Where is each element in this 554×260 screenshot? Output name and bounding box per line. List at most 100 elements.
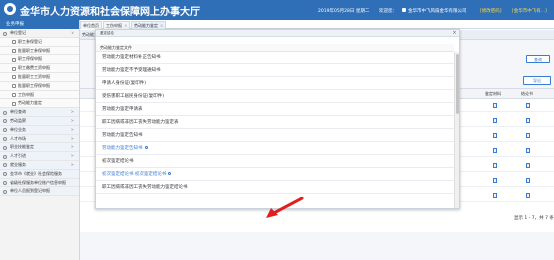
document-icon (12, 57, 16, 62)
sidebar-item[interactable]: 人才引进 > (0, 152, 79, 161)
menu-circle-icon (3, 145, 7, 150)
logo (4, 3, 16, 15)
document-icon (12, 93, 16, 98)
top-header: 金华市人力资源和社会保障网上办事大厅 2019年05月28日 星期二 欢迎您： … (0, 0, 554, 20)
change-password-link[interactable]: [修改密码] (480, 8, 502, 14)
sidebar-item[interactable]: 批量职工停保申报 (0, 81, 79, 91)
tab-label: 单位首页 (83, 23, 99, 28)
sidebar-item[interactable]: 批量职工参保申报 (0, 46, 79, 56)
document-list-item[interactable]: 申请人身份证(复印件) (96, 78, 454, 90)
sidebar-item-label: 职工参保登记 (18, 38, 42, 44)
sidebar-item[interactable]: 职工参保登记 (0, 37, 79, 47)
document-label[interactable]: 劳动能力鉴定告知书 (102, 146, 143, 151)
sidebar-item-label: 省级社保服务单位账户信息申报 (10, 179, 66, 185)
document-list-item[interactable]: 受伤害职工居民身份证(复印件) (96, 91, 454, 103)
site-title: 金华市人力资源和社会保障网上办事大厅 (20, 7, 200, 18)
sidebar-item-label: 工伤申报 (18, 91, 34, 97)
sidebar-item[interactable]: 单位业务 > (0, 125, 79, 135)
file-icon[interactable] (526, 133, 530, 138)
tab-label: 劳动能力鉴定 (134, 23, 158, 28)
document-list-item[interactable]: 劳动能力鉴定告知书 (96, 130, 454, 142)
sidebar-item-label: 金华市《就业》社会保险服务 (10, 170, 62, 176)
sidebar-item[interactable]: 批量职工工资申报 (0, 72, 79, 82)
sidebar-item-label: 批量职工停保申报 (18, 82, 50, 88)
sidebar-item-label: 劳动监察 (10, 117, 26, 123)
sidebar-item-label: 单位查询 (10, 109, 26, 115)
info-icon[interactable] (144, 146, 148, 149)
sidebar-item[interactable]: 职业技能鉴定 > (0, 143, 79, 153)
document-label: 劳动能力鉴定不予受理通知书 (102, 68, 161, 73)
file-icon[interactable] (493, 193, 497, 198)
sidebar-item-label: 批量职工工资申报 (18, 73, 50, 79)
document-label: 劳动能力鉴定告知书 (102, 133, 143, 138)
file-icon[interactable] (493, 118, 497, 123)
file-icon[interactable] (493, 133, 497, 138)
file-icon[interactable] (526, 148, 530, 153)
file-icon[interactable] (526, 178, 530, 183)
tab-labor-ability[interactable]: 劳动能力鉴定 × (131, 21, 167, 29)
close-icon[interactable]: × (124, 23, 127, 28)
sidebar-item[interactable]: 人才市场 > (0, 134, 79, 144)
file-icon[interactable] (526, 103, 530, 108)
sidebar-item[interactable]: 就业服务 > (0, 160, 79, 170)
file-icon[interactable] (526, 118, 530, 123)
document-label: 职工因病或非因工丧失劳动能力鉴定表 (102, 120, 179, 125)
document-label: 劳动能力鉴定申请表 (102, 107, 143, 112)
file-icon[interactable] (526, 163, 530, 168)
close-icon[interactable]: × (451, 30, 458, 37)
file-icon[interactable] (493, 148, 497, 153)
export-button[interactable]: 导出 (523, 76, 551, 85)
chevron-icon: > (70, 126, 74, 132)
sidebar-item[interactable]: 省级社保服务单位账户信息申报 (0, 178, 79, 188)
query-button[interactable]: 查询 (526, 55, 550, 63)
document-list-item[interactable]: 劳动能力鉴定不予受理通知书 (96, 65, 454, 77)
file-icon[interactable] (493, 103, 497, 108)
sidebar-item[interactable]: 劳动监察 > (0, 116, 79, 126)
menu-circle-icon (3, 137, 7, 142)
document-label[interactable]: 初次鉴定结论书 初次鉴定结论书 (102, 172, 166, 177)
document-list-item[interactable]: 初次鉴定结论书 初次鉴定结论书 (96, 169, 454, 181)
chevron-icon: > (70, 109, 74, 115)
tab-home[interactable]: 单位首页 (80, 21, 102, 29)
account-link[interactable]: [金华市中飞有...] (512, 8, 547, 14)
tab-injury[interactable]: 工伤申报 × (103, 21, 131, 29)
document-icon (12, 66, 16, 71)
document-list-item[interactable]: 初次鉴定结论书 (96, 156, 454, 168)
document-list: 劳动能力鉴定材料补正告知书劳动能力鉴定不予受理通知书 申请人身份证(复印件) 受伤害… (96, 52, 454, 209)
chevron-icon: > (70, 135, 74, 141)
sidebar-item[interactable]: 职工缴费工资申报 (0, 64, 79, 73)
scrollbar[interactable] (454, 52, 459, 208)
pager-info: 显示 1 - 7，共 7 条 (514, 216, 554, 221)
sidebar-item[interactable]: 工伤申报 (0, 90, 79, 100)
file-icon[interactable] (493, 178, 497, 183)
scrollbar-thumb[interactable] (455, 54, 459, 114)
column-header: 鉴定材料 (485, 91, 501, 96)
sidebar-header[interactable]: 业务申报 (0, 20, 79, 29)
popup-title: 鉴定结论 (96, 30, 459, 37)
document-list-item[interactable]: 劳动能力鉴定材料补正告知书 (96, 52, 454, 64)
sidebar-item[interactable]: 金华市《就业》社会保险服务 (0, 169, 79, 179)
menu-circle-icon (3, 181, 7, 186)
sidebar-item[interactable]: 单位人员报到登记申报 (0, 187, 79, 197)
file-icon[interactable] (526, 193, 530, 198)
file-icon[interactable] (493, 163, 497, 168)
document-icon (12, 84, 16, 89)
sidebar-item[interactable]: 职工停保申报 (0, 55, 79, 65)
document-list-item[interactable]: 劳动能力鉴定申请表 (96, 104, 454, 116)
sidebar-item[interactable]: 单位查询 > (0, 108, 79, 117)
close-icon[interactable]: × (160, 23, 163, 28)
document-list-item[interactable]: 职工因病或非因工丧失劳动能力鉴定表 (96, 117, 454, 129)
notification-icon[interactable] (402, 8, 406, 12)
document-list-item[interactable]: 职工因病或非因工丧失劳动能力鉴定结论书 (96, 182, 454, 194)
menu-circle-icon (3, 31, 7, 36)
document-list-item[interactable]: 劳动能力鉴定告知书 (96, 143, 454, 155)
document-label: 职工因病或非因工丧失劳动能力鉴定结论书 (102, 185, 188, 190)
current-date: 2019年05月28日 星期二 (318, 9, 370, 14)
sidebar-item[interactable]: 劳动能力鉴定 (0, 99, 79, 109)
sidebar-item-label: 劳动能力鉴定 (18, 100, 42, 106)
info-icon[interactable] (168, 172, 172, 175)
sidebar-item-label: 就业服务 (10, 161, 26, 167)
sidebar-item[interactable]: 单位登记 ∨ (0, 29, 79, 38)
sidebar-item-label: 单位业务 (10, 126, 26, 132)
document-label: 申请人身份证(复印件) (102, 81, 147, 86)
